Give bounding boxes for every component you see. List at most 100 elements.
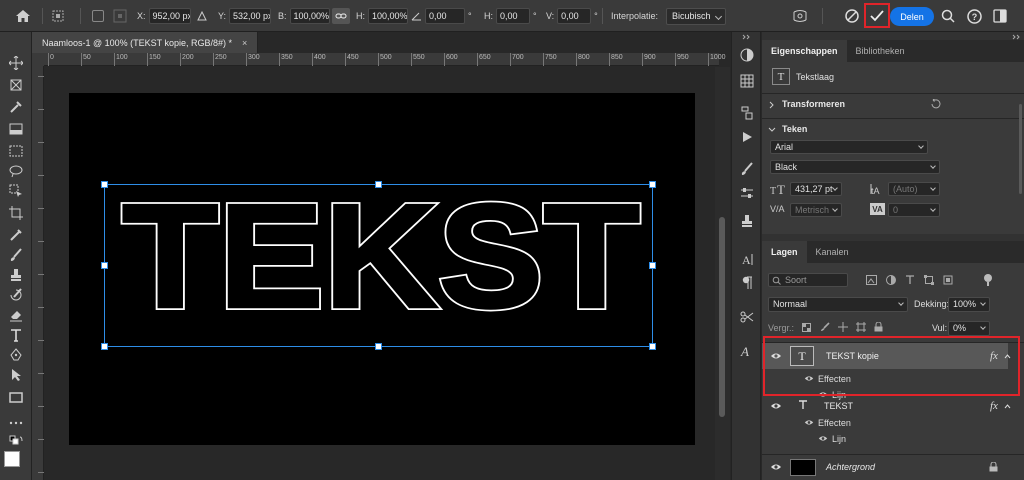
rectangle-tool-icon[interactable]: [6, 388, 26, 406]
layer-row-background[interactable]: Achtergrond: [762, 455, 1020, 480]
opacity-field[interactable]: 100%: [948, 297, 990, 312]
history-icon[interactable]: [737, 104, 757, 122]
fill-field[interactable]: 0%: [948, 321, 990, 336]
path-selection-tool-icon[interactable]: [6, 366, 26, 384]
home-icon[interactable]: [12, 6, 34, 26]
healing-brush-tool-icon[interactable]: [6, 226, 26, 244]
eye-icon[interactable]: [770, 402, 782, 410]
foreground-color-swatch[interactable]: [4, 451, 20, 467]
handle-bottom-center[interactable]: [375, 343, 382, 350]
eye-icon[interactable]: [804, 419, 814, 426]
lock-transparent-icon[interactable]: [802, 323, 811, 332]
help-icon[interactable]: ?: [966, 8, 982, 24]
brush-settings-icon[interactable]: [737, 160, 757, 178]
height-percent-field[interactable]: 100,00%: [368, 8, 408, 24]
filter-smart-object-icon[interactable]: [943, 275, 953, 285]
reset-icon[interactable]: [930, 99, 941, 110]
font-size-dropdown[interactable]: 431,27 pt: [790, 182, 842, 196]
chevron-up-icon[interactable]: [1004, 404, 1011, 409]
tools-scissors-icon[interactable]: [737, 308, 757, 326]
share-button[interactable]: Delen: [890, 7, 934, 26]
search-icon[interactable]: [940, 8, 956, 24]
handle-middle-right[interactable]: [649, 262, 656, 269]
leading-dropdown[interactable]: (Auto): [888, 182, 940, 196]
transform-bounding-box[interactable]: [101, 181, 656, 350]
move-tool-icon[interactable]: [6, 54, 26, 72]
close-icon[interactable]: ×: [242, 38, 247, 48]
frame-tool-icon[interactable]: [6, 120, 26, 138]
font-family-dropdown[interactable]: Arial: [770, 140, 928, 154]
warp-icon[interactable]: [790, 7, 810, 25]
scrollbar-thumb[interactable]: [719, 217, 725, 417]
document-tab[interactable]: Naamloos-1 @ 100% (TEKST kopie, RGB/8#) …: [32, 32, 258, 53]
effect-stroke-label[interactable]: Lijn: [832, 434, 846, 444]
angle-field[interactable]: 0,00: [425, 8, 465, 24]
lock-all-icon[interactable]: [874, 322, 883, 332]
character-section-header[interactable]: Teken: [768, 123, 1018, 137]
x-position-field[interactable]: 952,00 px: [148, 8, 191, 24]
handle-middle-left[interactable]: [101, 262, 108, 269]
actions-play-icon[interactable]: [737, 128, 757, 146]
eyedropper-tool-icon[interactable]: [6, 98, 26, 116]
reference-point-checkbox[interactable]: [92, 10, 104, 22]
type-tool-icon[interactable]: [6, 326, 26, 344]
blend-mode-dropdown[interactable]: Normaal: [768, 297, 908, 312]
tab-layers[interactable]: Lagen: [762, 241, 807, 263]
h-skew-field[interactable]: 0,00: [496, 8, 530, 24]
handle-top-center[interactable]: [375, 181, 382, 188]
commit-transform-button[interactable]: [864, 3, 890, 28]
cancel-icon[interactable]: [844, 8, 860, 24]
layer-name[interactable]: Achtergrond: [826, 462, 875, 472]
transform-reference-icon[interactable]: [48, 6, 68, 26]
transform-section-header[interactable]: Transformeren: [768, 98, 1018, 112]
glyphs-icon[interactable]: A: [737, 342, 757, 360]
lock-position-icon[interactable]: [838, 322, 848, 332]
lock-artboard-icon[interactable]: [856, 322, 866, 332]
handle-top-right[interactable]: [649, 181, 656, 188]
fx-icon[interactable]: fx: [990, 400, 998, 412]
eraser-tool-icon[interactable]: [6, 306, 26, 324]
marquee-tool-icon[interactable]: [6, 142, 26, 160]
width-percent-field[interactable]: 100,00%: [289, 8, 330, 24]
workspace-icon[interactable]: [992, 8, 1008, 24]
artboard-tool-icon[interactable]: [6, 76, 26, 94]
clone-stamp-tool-icon[interactable]: [6, 266, 26, 284]
v-skew-field[interactable]: 0,00: [557, 8, 592, 24]
collapse-arrows-icon[interactable]: [1012, 32, 1022, 40]
pen-tool-icon[interactable]: [6, 346, 26, 364]
crop-tool-icon[interactable]: [6, 204, 26, 222]
interpolation-dropdown[interactable]: Bicubisch: [666, 7, 726, 25]
y-position-field[interactable]: 532,00 px: [229, 8, 272, 24]
history-brush-tool-icon[interactable]: [6, 286, 26, 304]
link-icon[interactable]: [332, 8, 350, 24]
filter-adjustment-icon[interactable]: [886, 275, 896, 285]
vertical-scrollbar[interactable]: [715, 67, 730, 480]
tab-channels[interactable]: Kanalen: [807, 241, 858, 263]
font-style-dropdown[interactable]: Black: [770, 160, 940, 174]
properties-sliders-icon[interactable]: [737, 184, 757, 202]
character-icon[interactable]: A: [737, 250, 757, 268]
swap-colors-icon[interactable]: [6, 432, 26, 450]
clone-source-icon[interactable]: [737, 212, 757, 230]
lock-image-brush-icon[interactable]: [820, 322, 830, 332]
lock-icon[interactable]: [989, 462, 998, 472]
relative-position-icon[interactable]: [196, 10, 208, 22]
collapse-arrows-icon[interactable]: [737, 32, 757, 42]
handle-top-left[interactable]: [101, 181, 108, 188]
paragraph-icon[interactable]: [737, 274, 757, 292]
kerning-dropdown[interactable]: Metrisch: [790, 203, 842, 217]
eye-icon[interactable]: [818, 435, 828, 442]
filter-pixel-icon[interactable]: [866, 275, 877, 285]
tab-properties[interactable]: Eigenschappen: [762, 40, 847, 62]
handle-bottom-left[interactable]: [101, 343, 108, 350]
filter-type-icon[interactable]: [905, 275, 915, 285]
tracking-dropdown[interactable]: 0: [888, 203, 940, 217]
properties-scrollbar[interactable]: [1019, 104, 1022, 194]
lasso-tool-icon[interactable]: [6, 162, 26, 180]
tab-libraries[interactable]: Bibliotheken: [847, 40, 914, 62]
filter-toggle[interactable]: [984, 274, 992, 282]
object-select-tool-icon[interactable]: [6, 182, 26, 200]
layer-name[interactable]: TEKST: [824, 401, 853, 411]
layer-filter-dropdown[interactable]: Soort: [768, 273, 848, 287]
filter-shape-icon[interactable]: [924, 275, 934, 285]
